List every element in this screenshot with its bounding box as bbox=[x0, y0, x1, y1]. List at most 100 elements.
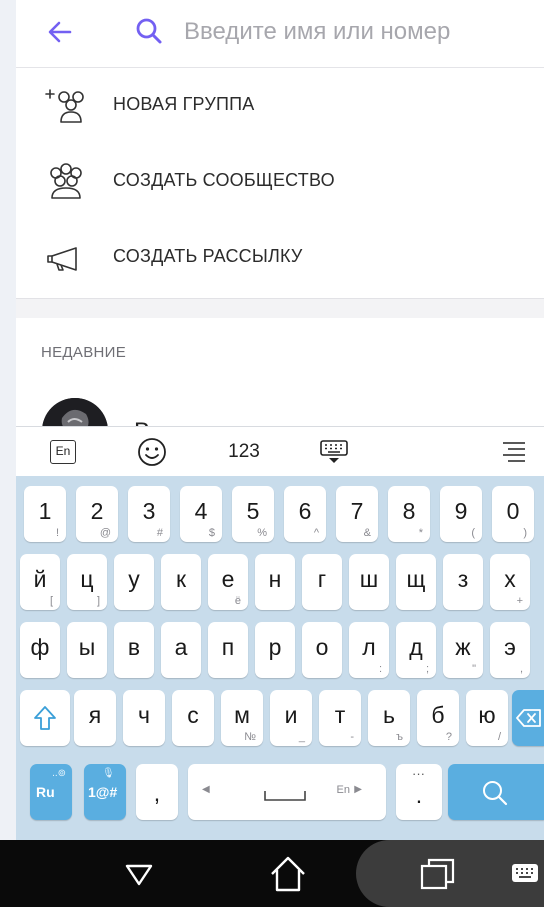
key-с[interactable]: с bbox=[172, 690, 214, 746]
key-label: я bbox=[88, 702, 102, 728]
smiley-icon bbox=[138, 438, 166, 466]
key-ш[interactable]: ш bbox=[349, 554, 389, 610]
key-ц[interactable]: ц] bbox=[67, 554, 107, 610]
key-э[interactable]: э, bbox=[490, 622, 530, 678]
key-к[interactable]: к bbox=[161, 554, 201, 610]
key-label: к bbox=[175, 566, 187, 592]
key-щ[interactable]: щ bbox=[396, 554, 436, 610]
key-м[interactable]: м № bbox=[221, 690, 263, 746]
back-arrow-icon[interactable] bbox=[42, 14, 78, 50]
key-5[interactable]: 5% bbox=[232, 486, 274, 542]
key-sublabel: * bbox=[418, 527, 423, 539]
key-ж[interactable]: ж " bbox=[443, 622, 483, 678]
key-4[interactable]: 4 $ bbox=[180, 486, 222, 542]
key-у[interactable]: у bbox=[114, 554, 154, 610]
key-т[interactable]: т- bbox=[319, 690, 361, 746]
key-з[interactable]: з bbox=[443, 554, 483, 610]
key-я[interactable]: я bbox=[74, 690, 116, 746]
home-icon[interactable] bbox=[266, 852, 310, 896]
key-г[interactable]: г bbox=[302, 554, 342, 610]
key-ф[interactable]: ф bbox=[20, 622, 60, 678]
search-key[interactable] bbox=[448, 764, 544, 820]
key-п[interactable]: п bbox=[208, 622, 248, 678]
key-а[interactable]: а bbox=[161, 622, 201, 678]
key-о[interactable]: о bbox=[302, 622, 342, 678]
key-н[interactable]: н bbox=[255, 554, 295, 610]
keyboard-menu-button[interactable] bbox=[498, 435, 530, 469]
search-icon bbox=[483, 781, 508, 806]
key-label: б bbox=[431, 702, 445, 728]
key-label: 1 bbox=[38, 498, 52, 524]
key-label: 2 bbox=[90, 498, 104, 524]
key-label: щ bbox=[406, 566, 426, 592]
search-bar bbox=[16, 0, 544, 68]
key-label: 0 bbox=[506, 498, 520, 524]
key-sublabel: ъ bbox=[396, 731, 403, 743]
period-key[interactable]: ··· . bbox=[396, 764, 442, 820]
key-е[interactable]: её bbox=[208, 554, 248, 610]
language-key-label: Ru bbox=[36, 784, 55, 800]
numeric-keyboard-button[interactable]: 123 bbox=[222, 435, 266, 469]
key-3[interactable]: 3 # bbox=[128, 486, 170, 542]
language-key[interactable]: ..⊚ Ru bbox=[30, 764, 72, 820]
community-icon bbox=[50, 163, 82, 199]
shift-icon bbox=[34, 706, 56, 730]
key-х[interactable]: х + bbox=[490, 554, 530, 610]
key-label: , bbox=[153, 780, 161, 806]
key-sublabel: ] bbox=[96, 595, 100, 607]
key-2[interactable]: 2 @ bbox=[76, 486, 118, 542]
key-ю[interactable]: ю / bbox=[466, 690, 508, 746]
key-sublabel: _ bbox=[298, 731, 305, 743]
key-sublabel: + bbox=[516, 595, 523, 607]
symbols-key[interactable]: 🎙 1@# bbox=[84, 764, 126, 820]
key-д[interactable]: д; bbox=[396, 622, 436, 678]
hide-keyboard-button[interactable] bbox=[316, 435, 352, 469]
section-divider bbox=[16, 298, 544, 318]
key-sublabel: [ bbox=[49, 595, 53, 607]
key-и[interactable]: и _ bbox=[270, 690, 312, 746]
key-в[interactable]: в bbox=[114, 622, 154, 678]
keyboard-switch-icon[interactable] bbox=[510, 860, 540, 888]
key-label: м bbox=[234, 702, 250, 728]
key-label: у bbox=[128, 566, 140, 592]
emoji-button[interactable] bbox=[134, 435, 170, 469]
key-sublabel: ! bbox=[55, 527, 59, 539]
key-label: ш bbox=[359, 566, 379, 592]
key-6[interactable]: 6 ^ bbox=[284, 486, 326, 542]
key-7[interactable]: 7 & bbox=[336, 486, 378, 542]
menu-item-new-group[interactable]: НОВАЯ ГРУППА bbox=[16, 68, 544, 144]
comma-key[interactable]: , bbox=[136, 764, 178, 820]
recent-apps-icon[interactable] bbox=[418, 854, 458, 894]
key-sublabel: ё bbox=[234, 595, 241, 607]
system-navigation-bar bbox=[0, 840, 544, 907]
key-ы[interactable]: ы bbox=[67, 622, 107, 678]
language-key-dots: ..⊚ bbox=[52, 768, 66, 779]
key-л[interactable]: л: bbox=[349, 622, 389, 678]
shift-key[interactable] bbox=[20, 690, 70, 746]
search-input[interactable] bbox=[184, 12, 534, 52]
back-triangle-icon[interactable] bbox=[119, 854, 159, 894]
key-sublabel: $ bbox=[208, 527, 215, 539]
menu-item-create-community[interactable]: СОЗДАТЬ СООБЩЕСТВО bbox=[16, 144, 544, 220]
key-1[interactable]: 1! bbox=[24, 486, 66, 542]
key-sublabel: / bbox=[497, 731, 501, 743]
key-label: й bbox=[33, 566, 47, 592]
add-group-icon bbox=[45, 89, 84, 123]
key-sublabel: , bbox=[519, 663, 523, 675]
language-toggle[interactable]: En bbox=[46, 435, 80, 469]
space-bar[interactable]: ◀ En ▶ bbox=[188, 764, 386, 820]
menu-item-create-broadcast[interactable]: СОЗДАТЬ РАССЫЛКУ bbox=[16, 220, 544, 296]
key-б[interactable]: б? bbox=[417, 690, 459, 746]
key-label: в bbox=[127, 634, 141, 660]
key-ь[interactable]: ьъ bbox=[368, 690, 410, 746]
backspace-key[interactable] bbox=[512, 690, 544, 746]
key-й[interactable]: й[ bbox=[20, 554, 60, 610]
key-8[interactable]: 8 * bbox=[388, 486, 430, 542]
key-label: 6 bbox=[298, 498, 312, 524]
key-0[interactable]: 0) bbox=[492, 486, 534, 542]
key-р[interactable]: р bbox=[255, 622, 295, 678]
key-9[interactable]: 9( bbox=[440, 486, 482, 542]
key-sublabel: № bbox=[244, 731, 256, 743]
key-sublabel: ; bbox=[425, 663, 429, 675]
key-ч[interactable]: ч bbox=[123, 690, 165, 746]
